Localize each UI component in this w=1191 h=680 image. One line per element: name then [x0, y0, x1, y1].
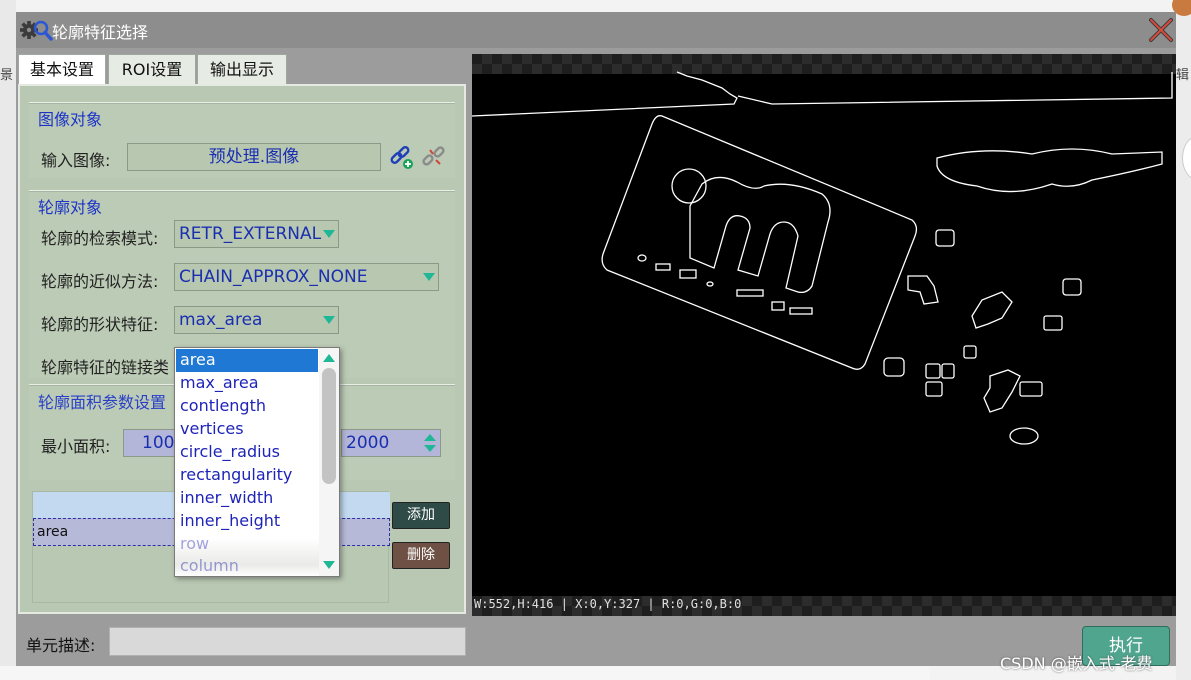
shape-feature-select[interactable]: max_area — [174, 306, 339, 334]
shape-feature-value: max_area — [179, 310, 263, 330]
scrollbar-thumb[interactable] — [322, 368, 336, 484]
scroll-down-icon[interactable] — [323, 561, 335, 569]
dropdown-item-rectangularity[interactable]: rectangularity — [176, 464, 318, 487]
image-object-title: 图像对象 — [38, 110, 103, 129]
input-image-value: 预处理.图像 — [208, 147, 300, 167]
scroll-up-icon[interactable] — [323, 354, 335, 362]
unit-description-input[interactable] — [109, 627, 466, 656]
background-text-fragment-left: 景 — [0, 68, 14, 83]
spin-down-icon[interactable] — [424, 445, 436, 452]
dropdown-item-circle-radius[interactable]: circle_radius — [176, 441, 318, 464]
chevron-down-icon — [323, 230, 335, 238]
chevron-down-icon — [423, 273, 435, 281]
close-icon[interactable] — [1147, 16, 1175, 44]
dropdown-item-row[interactable]: row — [176, 533, 318, 556]
min-area-label: 最小面积: — [41, 437, 111, 456]
gear-search-icon — [20, 20, 53, 41]
spin-up-icon[interactable] — [424, 434, 436, 441]
input-image-field[interactable]: 预处理.图像 — [127, 143, 381, 171]
background-window-left — [0, 0, 16, 680]
image-object-group: 图像对象 输入图像: 预处理.图像 — [29, 102, 455, 178]
approx-method-label: 轮廓的近似方法: — [41, 272, 159, 291]
contour-object-title: 轮廓对象 — [38, 198, 103, 217]
retrieval-mode-label: 轮廓的检索模式: — [41, 229, 159, 248]
link-break-icon[interactable] — [421, 144, 447, 170]
dropdown-item-inner-width[interactable]: inner_width — [176, 487, 318, 510]
dropdown-item-inner-height[interactable]: inner_height — [176, 510, 318, 533]
area-params-title: 轮廓面积参数设置 — [38, 393, 167, 412]
delete-feature-button[interactable]: 删除 — [392, 542, 450, 569]
tab-output-display[interactable]: 输出显示 — [197, 54, 287, 84]
add-feature-button[interactable]: 添加 — [392, 502, 450, 529]
background-text-fragment-right: 辑 — [1176, 68, 1190, 83]
background-window-right — [1176, 0, 1191, 680]
max-area-value: 2000 — [346, 433, 390, 453]
dropdown-item-max-area[interactable]: max_area — [176, 372, 318, 395]
retrieval-mode-select[interactable]: RETR_EXTERNAL — [174, 220, 339, 248]
shape-feature-dropdown-list: area max_area contlength vertices circle… — [174, 347, 340, 577]
dropdown-item-area[interactable]: area — [176, 349, 318, 372]
shape-feature-label: 轮廓的形状特征: — [41, 315, 159, 334]
max-area-spinbox[interactable]: 2000 — [341, 429, 441, 457]
approx-method-value: CHAIN_APPROX_NONE — [179, 267, 368, 287]
dropdown-item-column[interactable]: column — [176, 555, 318, 578]
dropdown-scrollbar[interactable] — [319, 348, 339, 576]
window-title: 轮廓特征选择 — [52, 23, 149, 42]
input-image-label: 输入图像: — [41, 151, 111, 170]
dropdown-item-vertices[interactable]: vertices — [176, 418, 318, 441]
basic-settings-panel: 图像对象 输入图像: 预处理.图像 轮廓对象 轮廓的检索模式: RETR_EXT… — [18, 84, 466, 614]
retrieval-mode-value: RETR_EXTERNAL — [179, 224, 322, 244]
title-bar[interactable]: 轮廓特征选择 — [16, 12, 1176, 48]
viewer-status-text: W:552,H:416 | X:0,Y:327 | R:0,G:0,B:0 — [474, 597, 742, 611]
tab-roi-settings[interactable]: ROI设置 — [108, 54, 196, 84]
unit-description-label: 单元描述: — [26, 636, 96, 655]
feature-link-type-label: 轮廓特征的链接类 — [41, 358, 170, 377]
dropdown-item-contlength[interactable]: contlength — [176, 395, 318, 418]
tab-basic-settings[interactable]: 基本设置 — [18, 54, 106, 84]
min-area-value: 100 — [142, 433, 175, 453]
csdn-watermark: CSDN @嵌入式-老费 — [1000, 654, 1153, 673]
background-window-bottom — [0, 666, 930, 680]
contour-edge-image — [472, 71, 1173, 445]
approx-method-select[interactable]: CHAIN_APPROX_NONE — [174, 263, 439, 291]
link-add-icon[interactable] — [388, 144, 414, 170]
chevron-down-icon — [323, 316, 335, 324]
image-viewer[interactable]: W:552,H:416 | X:0,Y:327 | R:0,G:0,B:0 — [472, 54, 1176, 616]
contour-feature-dialog: 轮廓特征选择 基本设置 ROI设置 输出显示 图像对象 输入图像: 预处理.图像 — [16, 12, 1176, 666]
